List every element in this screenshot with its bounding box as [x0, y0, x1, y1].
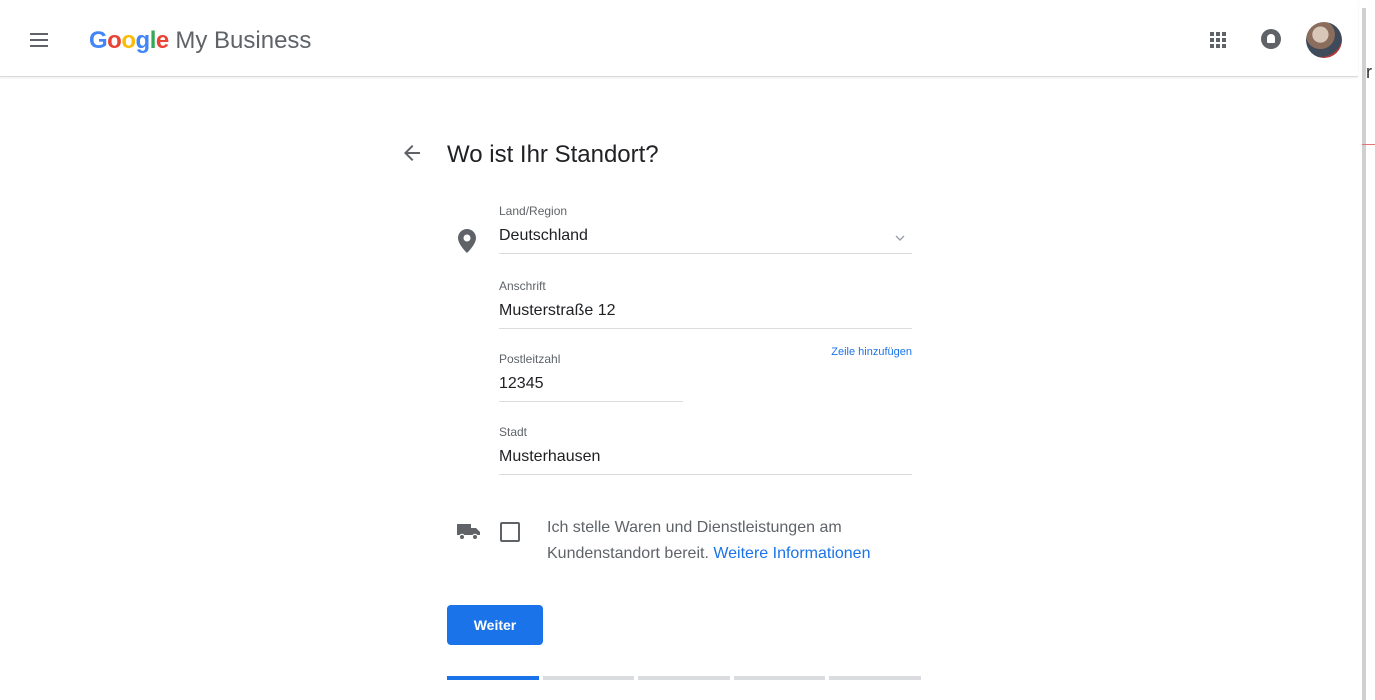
progress-segment: [638, 676, 730, 680]
back-arrow-icon[interactable]: [400, 141, 424, 165]
delivery-checkbox[interactable]: [500, 522, 520, 542]
city-field[interactable]: Stadt Musterhausen: [499, 424, 912, 475]
step-progress: [447, 676, 921, 680]
progress-segment: [733, 676, 826, 680]
postal-code-input[interactable]: 12345: [499, 373, 683, 402]
brand-logo[interactable]: Google My Business: [89, 27, 311, 55]
postal-code-label: Postleitzahl: [499, 352, 561, 366]
address-input[interactable]: Musterstraße 12: [499, 300, 912, 329]
google-wordmark: Google: [89, 27, 169, 54]
country-select[interactable]: Land/Region Deutschland: [499, 203, 912, 254]
app-bar: Google My Business: [0, 0, 1358, 77]
product-name: My Business: [175, 27, 312, 54]
city-input[interactable]: Musterhausen: [499, 446, 912, 475]
menu-icon[interactable]: [30, 31, 50, 47]
country-label: Land/Region: [499, 204, 568, 218]
progress-segment: [447, 676, 539, 680]
progress-segment: [542, 676, 635, 680]
avatar[interactable]: [1306, 22, 1342, 58]
next-button[interactable]: Weiter: [447, 605, 543, 645]
city-label: Stadt: [499, 425, 528, 439]
chevron-down-icon[interactable]: [894, 231, 906, 243]
scrollbar[interactable]: [1362, 8, 1366, 700]
address-field[interactable]: Anschrift Musterstraße 12: [499, 278, 912, 329]
postal-code-field[interactable]: Postleitzahl 12345: [499, 351, 683, 402]
delivery-truck-icon: [456, 520, 482, 542]
delivery-description: Ich stelle Waren und Dienstleistungen am…: [547, 515, 927, 567]
more-info-link[interactable]: Weitere Informationen: [713, 545, 870, 562]
divider: [1362, 144, 1375, 145]
location-pin-icon: [458, 229, 476, 253]
notifications-icon[interactable]: [1261, 29, 1281, 49]
address-label: Anschrift: [499, 279, 546, 293]
edge-text: r: [1366, 62, 1372, 82]
country-value[interactable]: Deutschland: [499, 225, 912, 254]
add-line-link[interactable]: Zeile hinzufügen: [780, 346, 912, 358]
apps-grid-icon[interactable]: [1210, 32, 1226, 48]
progress-segment: [829, 676, 921, 680]
page-title: Wo ist Ihr Standort?: [447, 141, 659, 168]
